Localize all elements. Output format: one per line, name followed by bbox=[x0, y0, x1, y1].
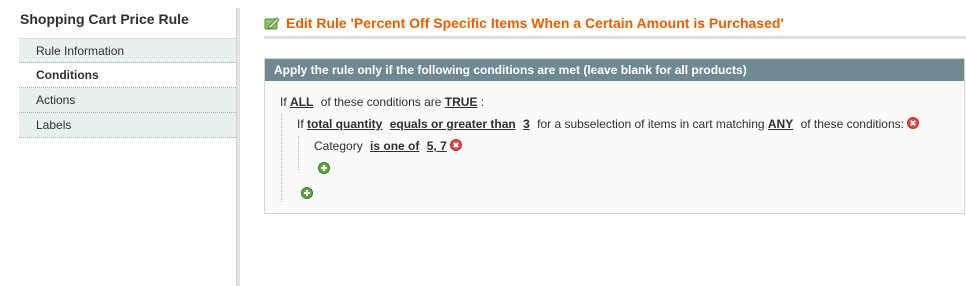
category-label: Category bbox=[314, 139, 363, 153]
sidebar-divider bbox=[236, 8, 240, 286]
root-prefix: If bbox=[280, 95, 287, 109]
remove-category-icon[interactable] bbox=[450, 139, 463, 151]
tab-list: Rule Information Conditions Actions Labe… bbox=[19, 38, 238, 138]
root-value-select[interactable]: TRUE bbox=[445, 95, 478, 109]
add-subcondition-icon[interactable] bbox=[318, 162, 330, 174]
subselect-aggregator-select[interactable]: ANY bbox=[768, 117, 793, 131]
heading-divider bbox=[264, 36, 966, 39]
category-condition: Category is one of 5, 7 bbox=[314, 139, 463, 153]
tab-labels[interactable]: Labels bbox=[19, 113, 238, 138]
category-operator-select[interactable]: is one of bbox=[370, 139, 419, 153]
subselect-prefix: If bbox=[297, 117, 304, 131]
subselect-middle-text: for a subselection of items in cart matc… bbox=[537, 117, 765, 131]
sidebar-title: Shopping Cart Price Rule bbox=[20, 11, 189, 27]
tab-conditions[interactable]: Conditions bbox=[19, 63, 238, 88]
subselect-attribute-select[interactable]: total quantity bbox=[307, 117, 382, 131]
root-condition: If ALL of these conditions are TRUE : bbox=[280, 95, 484, 109]
remove-subselect-icon[interactable] bbox=[907, 117, 920, 129]
subselect-condition: If total quantity equals or greater than… bbox=[297, 117, 920, 131]
root-aggregator-select[interactable]: ALL bbox=[290, 95, 313, 109]
root-suffix: : bbox=[480, 95, 485, 109]
tab-actions[interactable]: Actions bbox=[19, 88, 238, 113]
sidebar: Shopping Cart Price Rule Rule Informatio… bbox=[0, 0, 240, 286]
conditions-fieldset: Apply the rule only if the following con… bbox=[264, 58, 965, 214]
category-value-input[interactable]: 5, 7 bbox=[427, 139, 447, 153]
page-heading: Edit Rule 'Percent Off Specific Items Wh… bbox=[264, 13, 784, 33]
subselect-value-input[interactable]: 3 bbox=[523, 117, 530, 131]
add-condition-icon[interactable] bbox=[301, 187, 313, 199]
subselect-suffix: of these conditions: bbox=[800, 117, 904, 131]
conditions-legend: Apply the rule only if the following con… bbox=[265, 59, 964, 81]
subselect-operator-select[interactable]: equals or greater than bbox=[390, 117, 516, 131]
edit-icon bbox=[264, 17, 280, 30]
tree-line-subselect bbox=[298, 136, 299, 170]
page-title: Edit Rule 'Percent Off Specific Items Wh… bbox=[286, 15, 784, 31]
root-middle-text: of these conditions are bbox=[320, 95, 442, 109]
tab-rule-information[interactable]: Rule Information bbox=[19, 38, 238, 63]
tree-line-root bbox=[281, 113, 282, 202]
